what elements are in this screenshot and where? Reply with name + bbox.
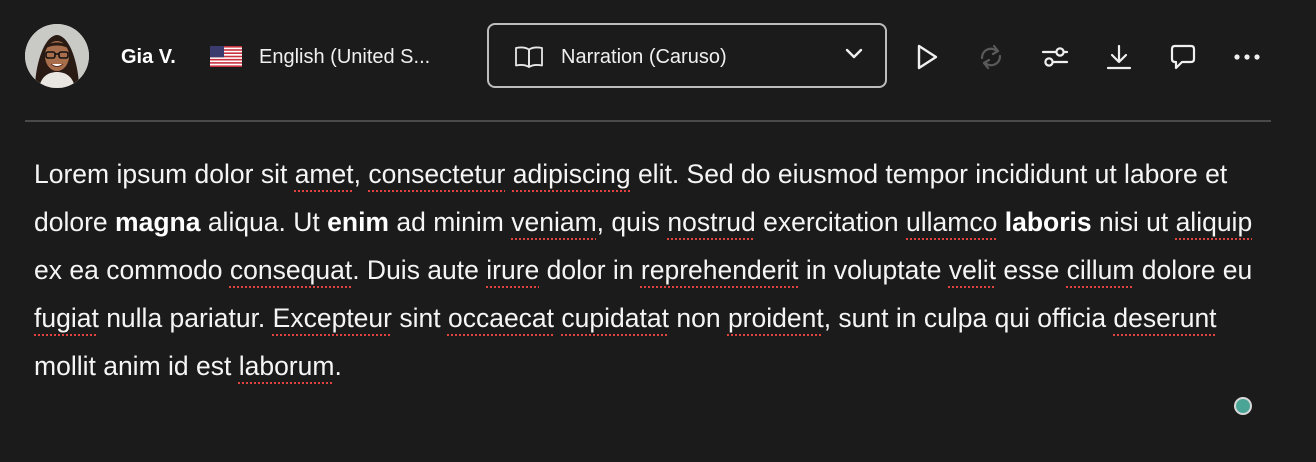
text-run: esse [995, 255, 1067, 285]
more-icon [1234, 54, 1260, 60]
misspelled-word: deserunt [1113, 303, 1217, 333]
misspelled-word: adipiscing [512, 159, 631, 189]
misspelled-word: fugiat [34, 303, 99, 333]
misspelled-word: consectetur [368, 159, 506, 189]
misspelled-word: cillum [1066, 255, 1135, 285]
chevron-down-icon [845, 48, 863, 59]
text-run: exercitation [755, 207, 907, 237]
play-icon [917, 44, 938, 70]
text-run [505, 159, 512, 189]
voice-dropdown[interactable]: Narration (Caruso) [487, 23, 887, 88]
misspelled-word: aliquip [1175, 207, 1253, 237]
download-icon [1106, 44, 1132, 70]
text-run: aliqua. Ut [200, 207, 328, 237]
misspelled-word: cupidatat [561, 303, 669, 333]
text-run: dolor in [539, 255, 641, 285]
text-run: , quis [596, 207, 668, 237]
play-button[interactable] [907, 37, 947, 77]
text-run: dolore eu [1134, 255, 1253, 285]
misspelled-word: veniam [511, 207, 597, 237]
text-run: sint [392, 303, 448, 333]
misspelled-word: consequat [229, 255, 353, 285]
misspelled-word: velit [948, 255, 996, 285]
bold-word: magna [115, 207, 201, 237]
bold-word: laboris [1004, 207, 1092, 237]
book-icon [515, 46, 543, 68]
text-run: , [353, 159, 369, 189]
text-run: ad minim [389, 207, 512, 237]
text-run: . [334, 351, 342, 381]
text-run: ex ea commodo [34, 255, 230, 285]
text-run: nisi ut [1091, 207, 1176, 237]
regenerate-button[interactable] [971, 37, 1011, 77]
toolbar: Gia V. English (United S... Narration (C… [0, 0, 1316, 118]
us-flag-icon [210, 46, 242, 67]
misspelled-word: ullamco [906, 207, 998, 237]
user-name: Gia V. [121, 46, 176, 68]
misspelled-word: occaecat [447, 303, 555, 333]
voice-selected-label: Narration (Caruso) [561, 46, 727, 68]
avatar-image [25, 24, 89, 88]
settings-button[interactable] [1035, 37, 1075, 77]
misspelled-word: reprehenderit [640, 255, 799, 285]
text-run: . Duis aute [352, 255, 487, 285]
download-button[interactable] [1099, 37, 1139, 77]
misspelled-word: irure [486, 255, 540, 285]
text-run: mollit anim id est [34, 351, 239, 381]
text-run: , sunt in culpa qui officia [823, 303, 1114, 333]
language-label[interactable]: English (United S... [259, 44, 459, 70]
misspelled-word: nostrud [667, 207, 756, 237]
misspelled-word: Excepteur [272, 303, 392, 333]
bold-word: enim [327, 207, 389, 237]
more-options-button[interactable] [1227, 37, 1267, 77]
editor-text[interactable]: Lorem ipsum dolor sit amet, consectetur … [34, 150, 1254, 390]
comment-icon [1170, 44, 1196, 70]
misspelled-word: proident [727, 303, 824, 333]
text-run: in voluptate [798, 255, 949, 285]
text-run [997, 207, 1004, 237]
misspelled-word: laborum [238, 351, 335, 381]
text-run: nulla pariatur. [98, 303, 273, 333]
status-indicator [1234, 397, 1252, 415]
text-run: non [668, 303, 728, 333]
misspelled-word: amet [294, 159, 354, 189]
divider [25, 120, 1271, 122]
sliders-icon [1041, 47, 1069, 67]
avatar[interactable] [25, 24, 89, 88]
text-run: Lorem ipsum dolor sit [34, 159, 295, 189]
comment-button[interactable] [1163, 37, 1203, 77]
refresh-icon [980, 44, 1002, 70]
